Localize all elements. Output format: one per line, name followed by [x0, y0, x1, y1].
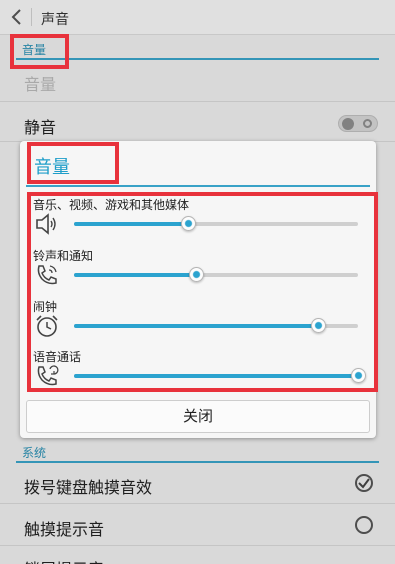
dialog-title-divider	[26, 185, 370, 187]
annotation-box-sliders	[27, 192, 378, 392]
annotation-box-dialog-title	[27, 142, 119, 184]
close-button[interactable]: 关闭	[26, 400, 370, 433]
annotation-box-section-header	[10, 34, 69, 69]
